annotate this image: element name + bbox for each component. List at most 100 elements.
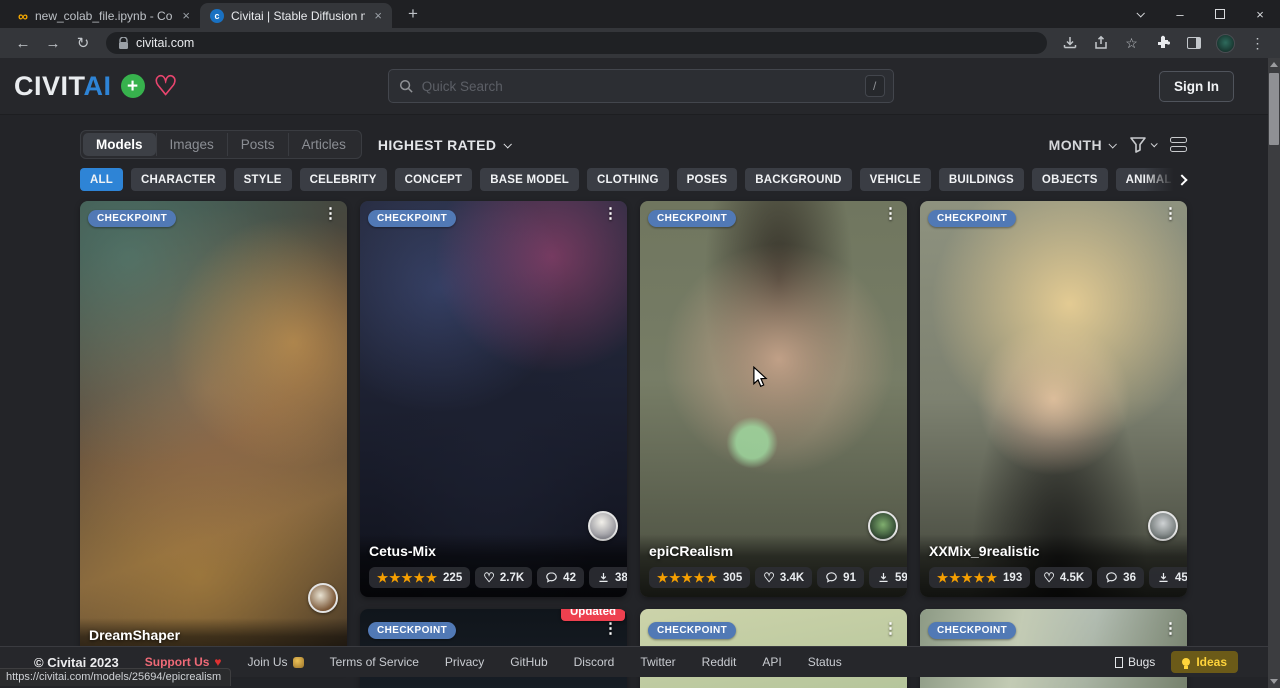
model-type-badge: CHECKPOINT — [648, 210, 736, 227]
footer-link-status[interactable]: Status — [808, 655, 842, 669]
likes-pill: ♡4.5K — [1035, 567, 1092, 588]
back-icon[interactable]: ← — [10, 35, 36, 52]
footer-link-discord[interactable]: Discord — [574, 655, 615, 669]
extensions-puzzle-icon[interactable] — [1154, 35, 1171, 52]
download-icon[interactable] — [1061, 35, 1078, 52]
chip-base-model[interactable]: BASE MODEL — [480, 168, 579, 191]
model-title: Cetus-Mix — [369, 543, 618, 559]
scrollbar-down-arrow[interactable] — [1268, 675, 1280, 688]
chip-celebrity[interactable]: CELEBRITY — [300, 168, 387, 191]
address-bar[interactable]: civitai.com — [106, 32, 1047, 54]
creator-avatar[interactable] — [308, 583, 338, 613]
heart-icon: ♡ — [1043, 571, 1055, 584]
chip-style[interactable]: STYLE — [234, 168, 292, 191]
nav-right-controls: MONTH — [1049, 136, 1187, 153]
footer-link-twitter[interactable]: Twitter — [640, 655, 675, 669]
scrollbar-thumb[interactable] — [1269, 73, 1279, 145]
tab-articles[interactable]: Articles — [288, 133, 359, 156]
download-icon — [1157, 571, 1170, 584]
reload-icon[interactable]: ↻ — [70, 34, 96, 52]
chips-scroll-right-button[interactable] — [1144, 168, 1190, 192]
chevron-right-icon — [1176, 174, 1187, 185]
window-controls: – × — [1120, 0, 1280, 28]
tab-posts[interactable]: Posts — [227, 133, 288, 156]
chip-character[interactable]: CHARACTER — [131, 168, 226, 191]
search-input[interactable] — [422, 79, 857, 94]
model-type-badge: CHECKPOINT — [368, 210, 456, 227]
chip-vehicle[interactable]: VEHICLE — [860, 168, 931, 191]
search-box[interactable]: / — [388, 69, 894, 103]
model-card-epicrealism[interactable]: CHECKPOINT ⋮ epiCRealism ★★★★★305 ♡3.4K … — [640, 201, 907, 597]
tab-civitai[interactable]: c Civitai | Stable Diffusion models, × — [200, 3, 392, 28]
chip-background[interactable]: BACKGROUND — [745, 168, 851, 191]
model-card-xxmix9realistic[interactable]: CHECKPOINT ⋮ XXMix_9realistic ★★★★★193 ♡… — [920, 201, 1187, 597]
tab-close-icon[interactable]: × — [180, 8, 192, 23]
card-menu-kebab-icon[interactable]: ⋮ — [883, 206, 898, 223]
tab-images[interactable]: Images — [156, 133, 227, 156]
scrollbar-up-arrow[interactable] — [1268, 58, 1280, 71]
chip-clothing[interactable]: CLOTHING — [587, 168, 669, 191]
footer-link-github[interactable]: GitHub — [510, 655, 547, 669]
card-menu-kebab-icon[interactable]: ⋮ — [603, 206, 618, 223]
lightbulb-icon — [1182, 658, 1190, 666]
profile-avatar[interactable] — [1216, 34, 1235, 53]
comments-pill: 42 — [537, 567, 584, 588]
downloads-pill: 45K — [1149, 567, 1187, 588]
bookmark-star-icon[interactable]: ☆ — [1123, 35, 1140, 52]
forward-icon[interactable]: → — [40, 35, 66, 52]
model-stats: ★★★★★305 ♡3.4K 91 59K — [649, 567, 898, 588]
filters-dropdown[interactable] — [1129, 136, 1156, 153]
maximize-button[interactable] — [1200, 0, 1240, 28]
civitai-logo[interactable]: CIVITAI + ♡ — [14, 71, 178, 102]
layout-toggle-icon[interactable] — [1170, 137, 1187, 152]
period-dropdown[interactable]: MONTH — [1049, 137, 1115, 153]
model-title: DreamShaper — [89, 627, 338, 643]
card-menu-kebab-icon[interactable]: ⋮ — [883, 621, 898, 638]
heart-icon: ♥ — [214, 655, 221, 669]
model-card-cetus-mix[interactable]: CHECKPOINT ⋮ Cetus-Mix ★★★★★225 ♡2.7K 42… — [360, 201, 627, 597]
chip-objects[interactable]: OBJECTS — [1032, 168, 1108, 191]
chip-concept[interactable]: CONCEPT — [395, 168, 473, 191]
card-menu-kebab-icon[interactable]: ⋮ — [1163, 621, 1178, 638]
card-menu-kebab-icon[interactable]: ⋮ — [603, 621, 618, 638]
bugs-button[interactable]: Bugs — [1115, 655, 1155, 669]
page-scrollbar[interactable] — [1268, 58, 1280, 688]
footer-link-reddit[interactable]: Reddit — [702, 655, 737, 669]
chip-poses[interactable]: POSES — [677, 168, 738, 191]
model-card-dreamshaper[interactable]: CHECKPOINT ⋮ DreamShaper — [80, 201, 347, 671]
footer-link-terms[interactable]: Terms of Service — [330, 655, 419, 669]
sign-in-button[interactable]: Sign In — [1159, 71, 1234, 102]
sort-dropdown[interactable]: HIGHEST RATED — [378, 137, 511, 153]
footer-link-api[interactable]: API — [762, 655, 781, 669]
share-icon[interactable] — [1092, 35, 1109, 52]
card-menu-kebab-icon[interactable]: ⋮ — [323, 206, 338, 223]
tab-colab[interactable]: ∞ new_colab_file.ipynb - Colaborat × — [8, 3, 200, 28]
comment-icon — [825, 571, 838, 584]
footer-right: Bugs Ideas — [1115, 651, 1238, 673]
footer-link-support-us[interactable]: Support Us♥ — [145, 655, 222, 669]
site-header: CIVITAI + ♡ / Sign In — [0, 58, 1280, 115]
tab-close-icon[interactable]: × — [372, 8, 384, 23]
footer-link-join-us[interactable]: Join Us — [248, 655, 304, 669]
side-panel-icon[interactable] — [1185, 35, 1202, 52]
new-tab-button[interactable]: + — [402, 4, 424, 24]
footer-link-privacy[interactable]: Privacy — [445, 655, 484, 669]
card-menu-kebab-icon[interactable]: ⋮ — [1163, 206, 1178, 223]
chip-all[interactable]: ALL — [80, 168, 123, 191]
ideas-button[interactable]: Ideas — [1171, 651, 1238, 673]
comment-icon — [1105, 571, 1118, 584]
comment-icon — [545, 571, 558, 584]
favorites-heart-icon[interactable]: ♡ — [154, 73, 178, 100]
chevron-down-icon — [504, 140, 512, 148]
browser-tabstrip: ∞ new_colab_file.ipynb - Colaborat × c C… — [0, 0, 1280, 28]
browser-toolbar: ← → ↻ civitai.com ☆ ⋮ — [0, 28, 1280, 58]
close-button[interactable]: × — [1240, 0, 1280, 28]
tab-search-icon[interactable] — [1120, 0, 1160, 28]
filter-funnel-icon — [1129, 136, 1147, 153]
updated-badge: Updated — [561, 609, 625, 621]
chip-buildings[interactable]: BUILDINGS — [939, 168, 1024, 191]
tab-models[interactable]: Models — [83, 133, 156, 156]
create-plus-icon[interactable]: + — [121, 74, 145, 98]
minimize-button[interactable]: – — [1160, 0, 1200, 28]
menu-kebab-icon[interactable]: ⋮ — [1249, 35, 1266, 52]
